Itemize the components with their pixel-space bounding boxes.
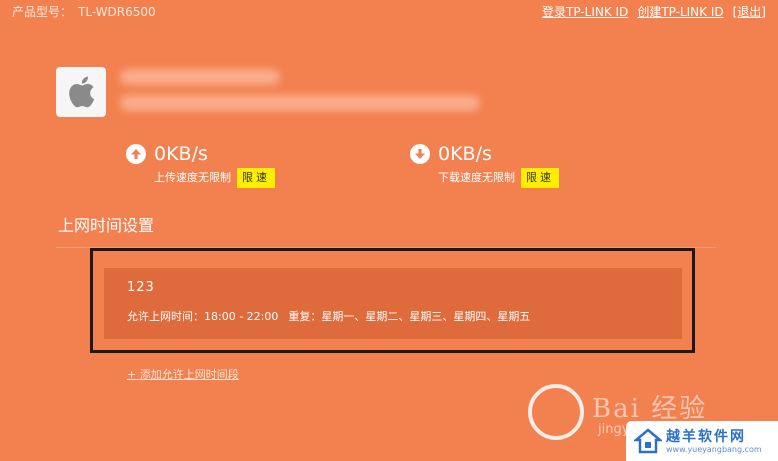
apple-icon <box>69 76 95 108</box>
arrow-up-icon <box>126 144 146 164</box>
device-info-redacted <box>120 95 480 111</box>
product-model: 产品型号： TL-WDR6500 <box>12 4 156 20</box>
site-name: 越羊软件网 <box>666 429 746 445</box>
highlight-frame <box>90 248 695 353</box>
logout-link[interactable]: [退出] <box>733 4 766 20</box>
section-title: 上网时间设置 <box>58 216 155 235</box>
upload-limit-button[interactable]: 限速 <box>237 168 275 188</box>
product-model-value: TL-WDR6500 <box>78 5 156 19</box>
watermark: Bai 经验 jingyan 越羊软件网 www.yueyangbang.com <box>528 378 778 461</box>
arrow-down-icon <box>410 144 430 164</box>
account-links: 登录TP-LINK ID 创建TP-LINK ID [退出] <box>542 4 766 20</box>
download-limit-button[interactable]: 限速 <box>521 168 559 188</box>
device-name-redacted <box>120 69 280 85</box>
house-icon <box>634 428 662 454</box>
watermark-text: Bai 经验 <box>592 394 708 424</box>
top-bar: 产品型号： TL-WDR6500 登录TP-LINK ID 创建TP-LINK I… <box>12 4 766 20</box>
download-speed: 0KB/s 下载速度无限制 限速 <box>410 143 559 188</box>
add-time-period-link[interactable]: + 添加允许上网时间段 <box>127 368 239 382</box>
download-speed-caption: 下载速度无限制 <box>438 171 515 184</box>
site-url: www.yueyangbang.com <box>666 445 762 454</box>
watermark-logo-icon <box>528 384 584 440</box>
product-model-label: 产品型号： <box>12 5 73 19</box>
device-avatar <box>56 67 106 117</box>
site-badge: 越羊软件网 www.yueyangbang.com <box>626 421 778 461</box>
download-speed-value: 0KB/s <box>438 143 492 165</box>
upload-speed-caption: 上传速度无限制 <box>154 171 231 184</box>
upload-speed: 0KB/s 上传速度无限制 限速 <box>126 143 275 188</box>
upload-speed-value: 0KB/s <box>154 143 208 165</box>
login-tplink-id-link[interactable]: 登录TP-LINK ID <box>542 4 628 20</box>
create-tplink-id-link[interactable]: 创建TP-LINK ID <box>637 4 723 20</box>
